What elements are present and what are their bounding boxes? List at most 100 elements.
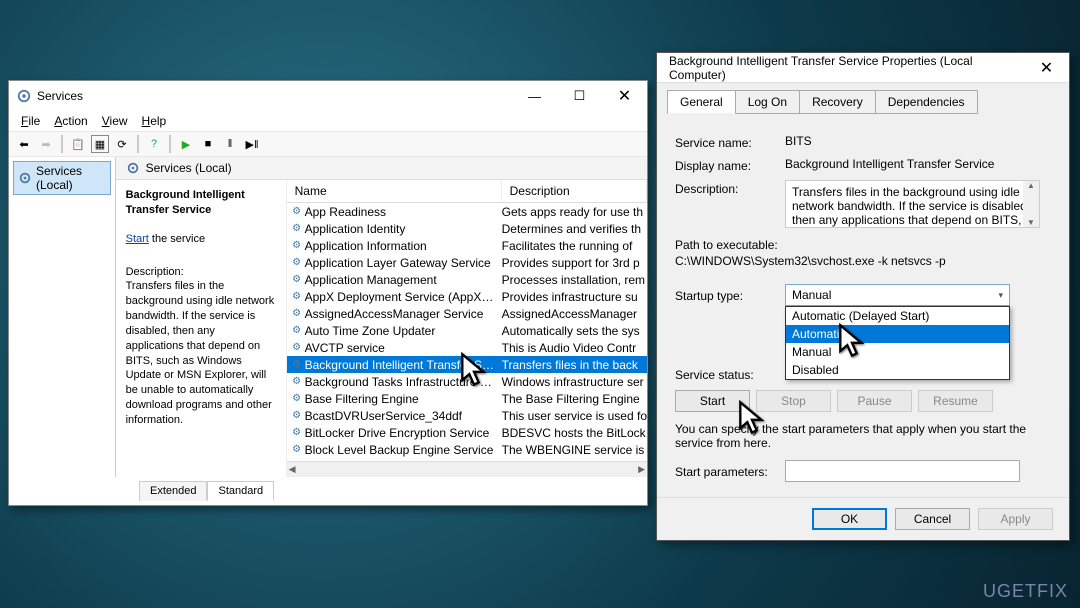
- gear-icon: ⚙: [287, 342, 303, 353]
- menu-action[interactable]: Action: [48, 112, 93, 130]
- refresh-button[interactable]: ⟳: [113, 135, 131, 153]
- opt-disabled[interactable]: Disabled: [786, 361, 1009, 379]
- startup-type-select[interactable]: Manual ▾ Automatic (Delayed Start) Autom…: [785, 284, 1010, 306]
- back-button[interactable]: ⬅: [15, 135, 33, 153]
- service-row[interactable]: ⚙Application ManagementProcesses install…: [287, 271, 647, 288]
- horizontal-scrollbar[interactable]: ◀▶: [287, 461, 647, 477]
- tab-extended[interactable]: Extended: [139, 481, 207, 501]
- service-row[interactable]: ⚙Application IdentityDetermines and veri…: [287, 220, 647, 237]
- label-description: Description:: [675, 180, 785, 196]
- startup-dropdown[interactable]: Automatic (Delayed Start) Automatic Manu…: [785, 306, 1010, 380]
- tree-root[interactable]: Services (Local): [13, 161, 111, 195]
- service-desc: Facilitates the running of: [498, 239, 647, 253]
- service-row[interactable]: ⚙Auto Time Zone UpdaterAutomatically set…: [287, 322, 647, 339]
- menu-file[interactable]: File: [15, 112, 46, 130]
- service-row[interactable]: ⚙AVCTP serviceThis is Audio Video Contr: [287, 339, 647, 356]
- gear-icon: ⚙: [287, 291, 303, 302]
- service-desc: This user service is used fo: [498, 409, 647, 423]
- help-button[interactable]: ?: [145, 135, 163, 153]
- gear-icon: ⚙: [287, 240, 303, 251]
- service-name: Block Level Backup Engine Service: [303, 443, 498, 457]
- maximize-button[interactable]: ☐: [557, 81, 602, 111]
- startup-current: Manual: [792, 288, 831, 302]
- menu-view[interactable]: View: [96, 112, 134, 130]
- tab-logon[interactable]: Log On: [735, 90, 800, 114]
- restart-button[interactable]: ▶‖: [243, 135, 261, 153]
- gear-icon: ⚙: [287, 359, 303, 370]
- service-row[interactable]: ⚙Bluetooth Audio Gateway ServiceService …: [287, 458, 647, 461]
- service-desc: This is Audio Video Contr: [498, 341, 647, 355]
- service-row[interactable]: ⚙AppX Deployment Service (AppXSVC)Provid…: [287, 288, 647, 305]
- service-name: Application Layer Gateway Service: [303, 256, 498, 270]
- label-path: Path to executable:: [675, 238, 1051, 252]
- resume-button: Resume: [918, 390, 993, 412]
- dialog-tabs: General Log On Recovery Dependencies: [657, 83, 1069, 113]
- service-row[interactable]: ⚙BitLocker Drive Encryption ServiceBDESV…: [287, 424, 647, 441]
- service-row[interactable]: ⚙Application InformationFacilitates the …: [287, 237, 647, 254]
- service-desc: The WBENGINE service is: [498, 443, 647, 457]
- service-name: AppX Deployment Service (AppXSVC): [303, 290, 498, 304]
- service-name: Application Information: [303, 239, 498, 253]
- service-name: Application Management: [303, 273, 498, 287]
- desc-label: Description:: [126, 265, 276, 280]
- gear-icon: ⚙: [287, 308, 303, 319]
- cancel-button[interactable]: Cancel: [895, 508, 970, 530]
- label-startup-type: Startup type:: [675, 287, 785, 303]
- window-title: Services: [17, 89, 83, 103]
- service-desc: BDESVC hosts the BitLock: [498, 426, 647, 440]
- service-desc: Transfers files in the back: [498, 358, 647, 372]
- service-desc: Provides infrastructure su: [498, 290, 647, 304]
- value-service-name: BITS: [785, 134, 1051, 148]
- opt-delayed[interactable]: Automatic (Delayed Start): [786, 307, 1009, 325]
- opt-manual[interactable]: Manual: [786, 343, 1009, 361]
- service-row[interactable]: ⚙BcastDVRUserService_34ddfThis user serv…: [287, 407, 647, 424]
- tab-dependencies[interactable]: Dependencies: [875, 90, 978, 114]
- tree-root-label: Services (Local): [36, 164, 106, 192]
- service-row[interactable]: ⚙AssignedAccessManager ServiceAssignedAc…: [287, 305, 647, 322]
- close-button[interactable]: ✕: [602, 81, 647, 111]
- service-desc: Gets apps ready for use th: [498, 205, 647, 219]
- service-row[interactable]: ⚙Application Layer Gateway ServiceProvid…: [287, 254, 647, 271]
- menu-help[interactable]: Help: [136, 112, 173, 130]
- list-header[interactable]: Name Description: [287, 180, 647, 203]
- forward-button[interactable]: ➡: [37, 135, 55, 153]
- service-row[interactable]: ⚙Block Level Backup Engine ServiceThe WB…: [287, 441, 647, 458]
- stop-button[interactable]: ■: [199, 135, 217, 153]
- service-row[interactable]: ⚙Base Filtering EngineThe Base Filtering…: [287, 390, 647, 407]
- dialog-close-button[interactable]: ✕: [1024, 53, 1069, 83]
- label-service-name: Service name:: [675, 134, 785, 150]
- ok-button[interactable]: OK: [812, 508, 887, 530]
- start-link[interactable]: Start: [126, 233, 149, 245]
- service-row[interactable]: ⚙Background Tasks Infrastructure S...Win…: [287, 373, 647, 390]
- opt-automatic[interactable]: Automatic: [786, 325, 1009, 343]
- gear-icon: ⚙: [287, 410, 303, 421]
- service-list[interactable]: ⚙App ReadinessGets apps ready for use th…: [287, 203, 647, 461]
- show-hide-button[interactable]: 📋: [69, 135, 87, 153]
- desc-scrollbar[interactable]: ▲▼: [1023, 181, 1039, 227]
- start-suffix: the service: [149, 233, 205, 245]
- service-desc: AssignedAccessManager: [498, 307, 647, 321]
- minimize-button[interactable]: —: [512, 81, 557, 111]
- label-display-name: Display name:: [675, 157, 785, 173]
- service-name: Bluetooth Audio Gateway Service: [303, 460, 498, 462]
- service-name: BcastDVRUserService_34ddf: [303, 409, 498, 423]
- tab-recovery[interactable]: Recovery: [799, 90, 876, 114]
- export-button[interactable]: ▦: [91, 135, 109, 153]
- col-name[interactable]: Name: [287, 180, 502, 202]
- apply-button: Apply: [978, 508, 1053, 530]
- description-box[interactable]: Transfers files in the background using …: [785, 180, 1040, 228]
- start-params-input[interactable]: [785, 460, 1020, 482]
- col-description[interactable]: Description: [502, 180, 647, 202]
- play-button[interactable]: ▶: [177, 135, 195, 153]
- start-button[interactable]: Start: [675, 390, 750, 412]
- gear-icon: ⚙: [287, 206, 303, 217]
- toolbar: ⬅ ➡ 📋 ▦ ⟳ ? ▶ ■ ‖ ▶‖: [9, 131, 647, 157]
- tab-standard[interactable]: Standard: [207, 481, 274, 501]
- service-desc: Determines and verifies th: [498, 222, 647, 236]
- service-row[interactable]: ⚙App ReadinessGets apps ready for use th: [287, 203, 647, 220]
- pause-button[interactable]: ‖: [221, 135, 239, 153]
- service-row[interactable]: ⚙Background Intelligent Transfer Service…: [287, 356, 647, 373]
- chevron-down-icon: ▾: [998, 290, 1003, 301]
- selected-service-name: Background Intelligent Transfer Service: [126, 189, 245, 216]
- tab-general[interactable]: General: [667, 90, 736, 114]
